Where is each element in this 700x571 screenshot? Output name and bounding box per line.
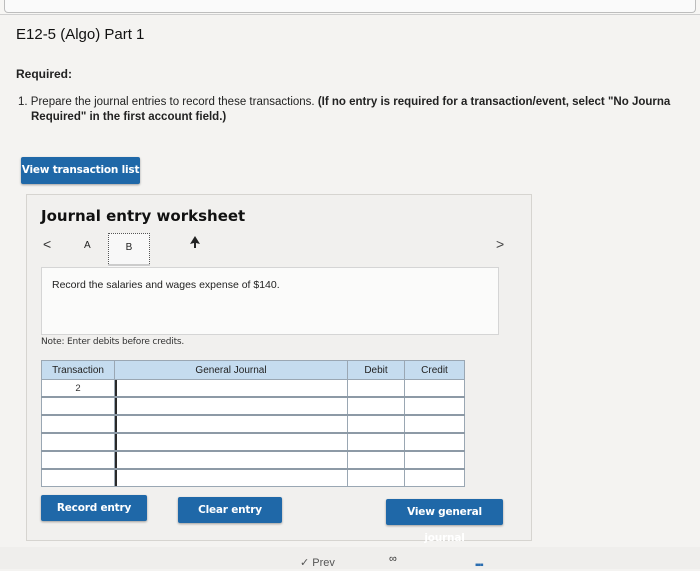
tab-a[interactable]: A (84, 240, 91, 251)
transaction-description: Record the salaries and wages expense of… (52, 279, 280, 291)
table-row (41, 396, 465, 416)
account-select[interactable] (114, 414, 348, 434)
transaction-cell[interactable] (41, 450, 115, 470)
clear-entry-button[interactable]: Clear entry (178, 497, 282, 523)
account-select[interactable] (114, 379, 348, 398)
instruction-number: 1. (18, 96, 28, 108)
required-label: Required: (16, 67, 73, 81)
footer-bar (0, 547, 700, 569)
chevron-right-icon[interactable]: > (496, 236, 504, 252)
debit-input[interactable] (347, 379, 405, 398)
top-frame (4, 0, 696, 13)
journal-table: Transaction General Journal Debit Credit… (41, 360, 465, 487)
tab-b-underline (108, 264, 150, 266)
table-row (41, 432, 465, 452)
instructions: 1. Prepare the journal entries to record… (18, 95, 700, 125)
credit-input[interactable] (404, 468, 465, 487)
credit-input[interactable] (404, 432, 465, 452)
header-debit: Debit (347, 360, 405, 380)
account-select[interactable] (114, 396, 348, 416)
prev-button[interactable]: ✓ Prev (300, 556, 335, 569)
mouse-cursor-icon (190, 236, 200, 248)
account-select[interactable] (114, 468, 348, 487)
grid-icon[interactable]: ▪▪▪ (475, 560, 484, 571)
record-entry-button[interactable]: Record entry (41, 495, 147, 521)
debit-input[interactable] (347, 468, 405, 487)
transaction-cell[interactable] (41, 414, 115, 434)
table-row: 2 (41, 379, 465, 398)
account-select[interactable] (114, 432, 348, 452)
debit-input[interactable] (347, 432, 405, 452)
transaction-description-box (41, 267, 499, 335)
credit-input[interactable] (404, 450, 465, 470)
debit-input[interactable] (347, 396, 405, 416)
header-general-journal: General Journal (114, 360, 348, 380)
view-transaction-list-button[interactable]: View transaction list (21, 157, 140, 184)
debit-input[interactable] (347, 414, 405, 434)
header-transaction: Transaction (41, 360, 115, 380)
page-title: E12-5 (Algo) Part 1 (16, 26, 145, 43)
debits-note: Note: Enter debits before credits. (41, 337, 185, 347)
transaction-cell[interactable] (41, 432, 115, 452)
tab-b[interactable]: B (108, 233, 150, 268)
instruction-bold: (If no entry is required for a transacti… (317, 96, 671, 108)
credit-input[interactable] (404, 396, 465, 416)
credit-input[interactable] (404, 414, 465, 434)
worksheet-title: Journal entry worksheet (41, 207, 246, 225)
table-row (41, 450, 465, 470)
table-row (41, 468, 465, 487)
top-bar (0, 0, 700, 15)
transaction-cell[interactable] (41, 468, 115, 487)
prev-label: Prev (312, 557, 335, 569)
table-row (41, 414, 465, 434)
view-general-journal-button[interactable]: View general journal (386, 499, 503, 544)
instruction-bold-2: Required" in the first account field.) (31, 111, 227, 123)
account-select[interactable] (114, 450, 348, 470)
link-icon[interactable]: ∞ (389, 553, 397, 565)
header-credit: Credit (404, 360, 465, 380)
instruction-text: Prepare the journal entries to record th… (30, 96, 315, 108)
credit-input[interactable] (404, 379, 465, 398)
chevron-left-icon[interactable]: < (43, 236, 51, 252)
debit-input[interactable] (347, 450, 405, 470)
transaction-cell[interactable]: 2 (41, 379, 115, 398)
transaction-cell[interactable] (41, 396, 115, 416)
